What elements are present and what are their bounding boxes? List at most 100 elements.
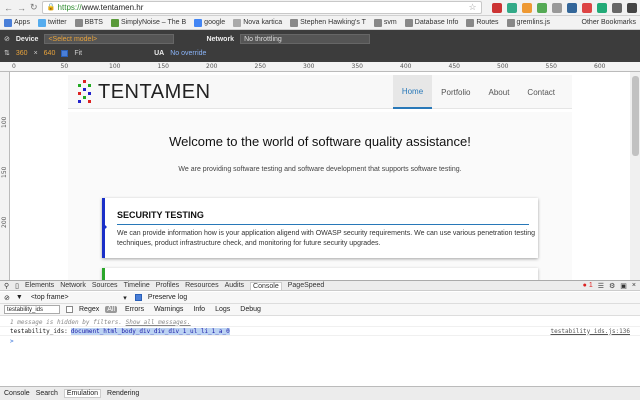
menu-item-about[interactable]: About xyxy=(480,75,519,109)
menu-item-portfolio[interactable]: Portfolio xyxy=(432,75,479,109)
bookmark-icon xyxy=(506,18,515,27)
ruler-tick-label: 150 xyxy=(1,166,8,178)
next-card xyxy=(102,268,538,280)
emulation-toggle-icon[interactable]: ⊘ xyxy=(4,35,10,43)
inspect-icon[interactable]: ⚲ xyxy=(4,282,9,290)
star-icon[interactable]: ☆ xyxy=(468,2,476,13)
ruler-tick-label: 450 xyxy=(448,63,460,70)
bookmark-item[interactable]: gremlins.js xyxy=(506,18,550,27)
forward-icon[interactable]: → xyxy=(17,3,26,13)
extension-icon[interactable] xyxy=(491,2,502,13)
ruler-tick-label: 100 xyxy=(1,116,8,128)
bookmark-item[interactable]: Database Info xyxy=(404,18,458,27)
extension-icon[interactable] xyxy=(626,2,637,13)
extension-icon[interactable] xyxy=(596,2,607,13)
extension-icon[interactable] xyxy=(506,2,517,13)
network-select[interactable]: No throttling xyxy=(240,34,371,44)
console-log-line: testability_ids: document_html_body_div_… xyxy=(0,327,640,336)
bookmark-item[interactable]: twitter xyxy=(37,18,67,27)
tab-elements[interactable]: Elements xyxy=(25,282,54,290)
bookmark-item[interactable]: google xyxy=(194,18,225,27)
console-prompt[interactable]: > xyxy=(0,337,640,346)
back-icon[interactable]: ← xyxy=(4,3,13,13)
level-filter-warnings[interactable]: Warnings xyxy=(152,306,185,313)
ruler-tick-label: 500 xyxy=(497,63,509,70)
drawer-toggle-icon[interactable]: ☰ xyxy=(598,282,604,290)
bookmark-icon xyxy=(110,18,119,27)
card-arrow-icon xyxy=(102,222,107,232)
extension-icon[interactable] xyxy=(611,2,622,13)
bookmark-item[interactable]: svm xyxy=(373,18,397,27)
bookmark-icon xyxy=(466,18,475,27)
bookmark-item[interactable]: BBTS xyxy=(74,18,103,27)
logo-icon[interactable] xyxy=(78,80,92,106)
tab-audits[interactable]: Audits xyxy=(225,282,244,290)
level-filter-debug[interactable]: Debug xyxy=(238,306,263,313)
tab-sources[interactable]: Sources xyxy=(92,282,118,290)
tab-timeline[interactable]: Timeline xyxy=(124,282,150,290)
tab-profiles[interactable]: Profiles xyxy=(156,282,179,290)
drawer-tab-emulation[interactable]: Emulation xyxy=(63,389,102,398)
regex-checkbox[interactable] xyxy=(66,306,73,313)
bookmark-item[interactable]: Nova kartica xyxy=(233,18,282,27)
log-value[interactable]: document_html_body_div_div_div_1_ul_li_1… xyxy=(70,327,230,335)
ruler-tick-label: 550 xyxy=(545,63,557,70)
drawer-tab-search[interactable]: Search xyxy=(36,390,58,397)
device-mode-icon[interactable]: ▯ xyxy=(15,282,19,290)
extension-icon[interactable] xyxy=(521,2,532,13)
level-filter-all[interactable]: All xyxy=(105,306,118,313)
show-all-link[interactable]: Show all messages. xyxy=(126,319,191,326)
menu-item-home[interactable]: Home xyxy=(392,75,433,109)
level-filter-errors[interactable]: Errors xyxy=(123,306,146,313)
extension-icon[interactable] xyxy=(536,2,547,13)
height-field[interactable]: 640 xyxy=(44,50,56,57)
bookmark-item[interactable]: Routes xyxy=(466,18,499,27)
level-filter-info[interactable]: Info xyxy=(191,306,207,313)
brand-name[interactable]: TENTAMEN xyxy=(98,81,211,104)
extension-icon[interactable] xyxy=(566,2,577,13)
drawer-tab-console[interactable]: Console xyxy=(4,390,30,397)
filter-input[interactable]: testability_ids xyxy=(4,305,60,314)
settings-icon[interactable]: ⚙ xyxy=(609,282,615,290)
bookmark-item[interactable]: Apps xyxy=(4,18,30,27)
ruler-tick-label: 150 xyxy=(157,63,169,70)
bookmarks-bar: Apps twitter BBTS SimplyNoise – The B google… xyxy=(0,16,640,30)
console-output: 1 message is hidden by filters. Show all… xyxy=(0,316,640,386)
bookmark-item[interactable]: SimplyNoise – The B xyxy=(110,18,186,27)
tab-resources[interactable]: Resources xyxy=(185,282,218,290)
tab-pagespeed[interactable]: PageSpeed xyxy=(288,282,325,290)
error-count-badge[interactable]: ● 1 xyxy=(583,282,593,289)
network-label: Network xyxy=(206,35,235,43)
log-source-link[interactable]: testability_ids.js:136 xyxy=(551,328,630,335)
ruler-tick-label: 350 xyxy=(351,63,363,70)
rotate-icon[interactable]: ⇅ xyxy=(4,49,10,57)
url-input[interactable]: 🔒 https://www.tentamen.hr ☆ xyxy=(41,1,482,14)
clear-console-icon[interactable]: ⊘ xyxy=(4,294,10,302)
width-field[interactable]: 360 xyxy=(16,50,28,57)
device-select[interactable]: <Select model> xyxy=(44,34,175,44)
other-bookmarks[interactable]: Other Bookmarks xyxy=(582,19,636,26)
close-icon[interactable]: × xyxy=(632,282,636,289)
menu-item-contact[interactable]: Contact xyxy=(518,75,564,109)
drawer-tab-rendering[interactable]: Rendering xyxy=(107,390,139,397)
tab-console[interactable]: Console xyxy=(250,281,282,290)
fit-checkbox[interactable] xyxy=(61,49,69,57)
ruler-tick-label: 400 xyxy=(400,63,412,70)
horizontal-ruler: 0 50 100 150 200 250 300 350 400 450 500 550 600 xyxy=(0,62,640,72)
site-menu: Home Portfolio About Contact xyxy=(392,75,564,109)
site-navbar: TENTAMEN Home Portfolio About Contact xyxy=(68,75,572,109)
extension-icon[interactable] xyxy=(551,2,562,13)
extension-icon[interactable] xyxy=(581,2,592,13)
filter-icon[interactable]: ▼ xyxy=(16,294,23,301)
ua-value[interactable]: No override xyxy=(170,50,206,57)
preserve-log-checkbox[interactable] xyxy=(134,294,142,301)
tab-network[interactable]: Network xyxy=(60,282,86,290)
scrollbar-thumb[interactable] xyxy=(632,76,639,156)
reload-icon[interactable]: ↻ xyxy=(30,2,38,13)
frame-select[interactable]: <top frame> ▾ xyxy=(29,293,129,302)
card-divider xyxy=(117,224,529,225)
level-filter-logs[interactable]: Logs xyxy=(213,306,232,313)
bookmark-item[interactable]: Stephen Hawking's T xyxy=(290,18,366,27)
dock-icon[interactable]: ▣ xyxy=(620,282,627,290)
page-content: Welcome to the world of software quality… xyxy=(68,112,572,280)
